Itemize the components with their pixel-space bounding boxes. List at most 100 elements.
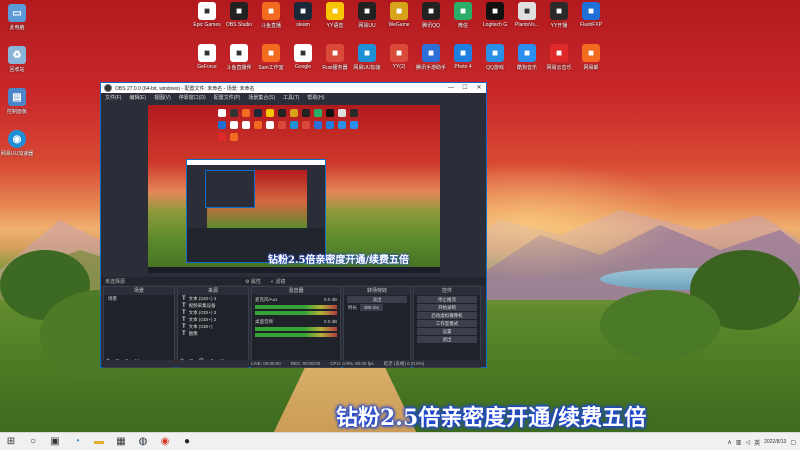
control-button[interactable]: 启动虚拟摄像机: [417, 312, 477, 319]
store-icon[interactable]: ▦: [110, 433, 132, 450]
desktop-icon[interactable]: ■ 腾讯QQ: [414, 2, 448, 29]
desktop-icon[interactable]: ■ YY(2): [382, 44, 416, 70]
desktop-icon[interactable]: ■ QQ游戏: [478, 44, 512, 71]
volume-icon[interactable]: ◁: [745, 439, 750, 446]
tray-chevron-icon[interactable]: ∧: [727, 439, 731, 446]
desktop-icon[interactable]: ■ steam: [286, 2, 320, 28]
obs-task-icon[interactable]: ●: [176, 433, 198, 450]
desktop-icon[interactable]: ■ 网易云音乐: [542, 44, 576, 71]
desktop-icon-computer[interactable]: ▭ 此电脑: [0, 4, 34, 31]
desktop-icon[interactable]: ■ WeGame: [382, 2, 416, 28]
desktop-icon[interactable]: ■ GeForce: [190, 44, 224, 70]
filters-button[interactable]: ◐ 滤镜: [271, 278, 285, 285]
source-item[interactable]: T 文本 (GDI+) 3: [178, 309, 248, 316]
text-source-icon: T: [182, 323, 186, 330]
preview-icon: [230, 121, 238, 129]
source-item[interactable]: T 文本 (GDI+): [178, 323, 248, 330]
mixer-channel[interactable]: 麦克风/Aux 0.0 dB: [252, 295, 340, 317]
sources-dock: 来源 T 文本 (GDI+) 4 T 视频采集设备 T 文本 (GDI+) 3 T 文本 (G…: [177, 286, 249, 368]
windows-start-icon[interactable]: ⊞: [0, 433, 22, 450]
desktop-icon[interactable]: ■ 微信: [446, 2, 480, 29]
douyu-companion-icon: ■: [230, 44, 248, 62]
preview-icon: [302, 121, 310, 129]
source-item[interactable]: T 图像: [178, 330, 248, 337]
source-item[interactable]: T 视频采集设备: [178, 302, 248, 309]
preview-icon: [230, 109, 238, 117]
desktop-icon[interactable]: ■ 酷狗音乐: [510, 44, 544, 71]
desktop-icon[interactable]: ■ 斗鱼直播伴: [222, 44, 256, 71]
desktop-icon[interactable]: ■ YY开播: [542, 2, 576, 29]
wegame-icon: ■: [390, 2, 408, 20]
obs-window[interactable]: OBS 27.0.0 (64-bit, windows) - 配置文件: 未命名…: [100, 82, 487, 368]
menu-item[interactable]: 文件(F): [105, 94, 121, 101]
chrome-task-icon[interactable]: ◉: [154, 433, 176, 450]
source-item[interactable]: T 文本 (GDI+) 4: [178, 295, 248, 302]
menu-item[interactable]: 编辑(E): [129, 94, 146, 101]
desktop-icon-label: 微信: [457, 23, 468, 29]
control-button[interactable]: 工作室模式: [417, 320, 477, 327]
obs-preview[interactable]: 钻粉2.5倍亲密度开通/续费五倍: [148, 105, 440, 273]
scene-item[interactable]: 场景: [104, 295, 174, 302]
menu-item[interactable]: 停靠窗口(D): [179, 94, 206, 101]
desktop-icon-label: Google: [294, 64, 312, 70]
close-icon[interactable]: ✕: [472, 83, 486, 93]
kugou-icon: ■: [518, 44, 536, 62]
obs-logo-icon: [104, 84, 112, 92]
file-explorer-icon[interactable]: ▬: [88, 433, 110, 450]
obs-titlebar[interactable]: OBS 27.0.0 (64-bit, windows) - 配置文件: 未命名…: [101, 83, 486, 93]
desktop-icon-uu[interactable]: ◉ 网易UU加速器: [0, 130, 34, 157]
minimize-icon[interactable]: —: [444, 83, 458, 93]
desktop-icon-recycle-bin[interactable]: ♻ 回收站: [0, 46, 34, 73]
desktop-icon-label: Rust服务器: [322, 65, 348, 71]
yy-live-icon: ■: [550, 2, 568, 20]
desktop-icon[interactable]: ■ YY语音: [318, 2, 352, 29]
notification-icon[interactable]: ▢: [790, 439, 796, 446]
search-icon[interactable]: ○: [22, 433, 44, 450]
desktop-icon[interactable]: ■ Photo 4: [446, 44, 480, 70]
desktop-icon[interactable]: ■ 斗鱼直播: [254, 2, 288, 29]
desktop-icon[interactable]: ■ OBS Studio: [222, 2, 256, 28]
desktop-icon[interactable]: ■ Epic Games: [190, 2, 224, 28]
desktop-icon[interactable]: ■ Google: [286, 44, 320, 70]
ime-indicator[interactable]: 英: [754, 438, 760, 447]
source-item[interactable]: T 文本 (GDI+) 2: [178, 316, 248, 323]
chrome-icon: ■: [294, 44, 312, 62]
preview-icon: [338, 121, 346, 129]
desktop-icon[interactable]: ■ Logitech G: [478, 2, 512, 28]
clock[interactable]: 2022/8/13: [764, 439, 786, 445]
mixer-channel[interactable]: 桌面音频 0.0 dB: [252, 317, 340, 339]
menu-item[interactable]: 场景集合(S): [248, 94, 275, 101]
control-button[interactable]: 退出: [417, 336, 477, 343]
control-button[interactable]: 开始录制: [417, 304, 477, 311]
control-button[interactable]: 停止推流: [417, 296, 477, 303]
flashfxp-icon: ■: [582, 2, 600, 20]
task-view-icon[interactable]: ▣: [44, 433, 66, 450]
menu-item[interactable]: 视图(V): [154, 94, 171, 101]
edge-icon[interactable]: ◔: [66, 433, 88, 450]
network-icon[interactable]: ▥: [736, 439, 742, 446]
desktop-icon[interactable]: ■ 网易邮: [574, 44, 608, 71]
desktop-icon[interactable]: ■ Sam工作室: [254, 44, 288, 71]
preview-icon: [266, 109, 274, 117]
desktop-icon[interactable]: ■ FlashFXP: [574, 2, 608, 28]
desktop-icon-label: PlantsVs...: [515, 22, 539, 28]
transition-select[interactable]: 淡出: [347, 296, 407, 303]
uu-accel-icon: ■: [358, 44, 376, 62]
preview-icon: [242, 121, 250, 129]
desktop-icon-control-panel[interactable]: ▤ 控制面板: [0, 88, 34, 115]
desktop-icon-label: 网易UU: [358, 23, 376, 29]
desktop-icon[interactable]: ■ Rust服务器: [318, 44, 352, 71]
duration-input[interactable]: 300 ms: [360, 304, 383, 311]
desktop-icon-label: FlashFXP: [580, 22, 602, 28]
steam-task-icon[interactable]: ◍: [132, 433, 154, 450]
menu-item[interactable]: 帮助(H): [307, 94, 324, 101]
control-button[interactable]: 设置: [417, 328, 477, 335]
desktop-icon[interactable]: ■ PlantsVs...: [510, 2, 544, 28]
properties-button[interactable]: ⚙ 属性: [245, 278, 261, 285]
desktop-icon[interactable]: ■ 网易UU加速: [350, 44, 384, 71]
desktop-icon[interactable]: ■ 腾讯手游助手: [414, 44, 448, 71]
menu-item[interactable]: 工具(T): [283, 94, 299, 101]
menu-item[interactable]: 配置文件(P): [214, 94, 241, 101]
desktop-icon[interactable]: ■ 网易UU: [350, 2, 384, 29]
maximize-icon[interactable]: ☐: [458, 83, 472, 93]
